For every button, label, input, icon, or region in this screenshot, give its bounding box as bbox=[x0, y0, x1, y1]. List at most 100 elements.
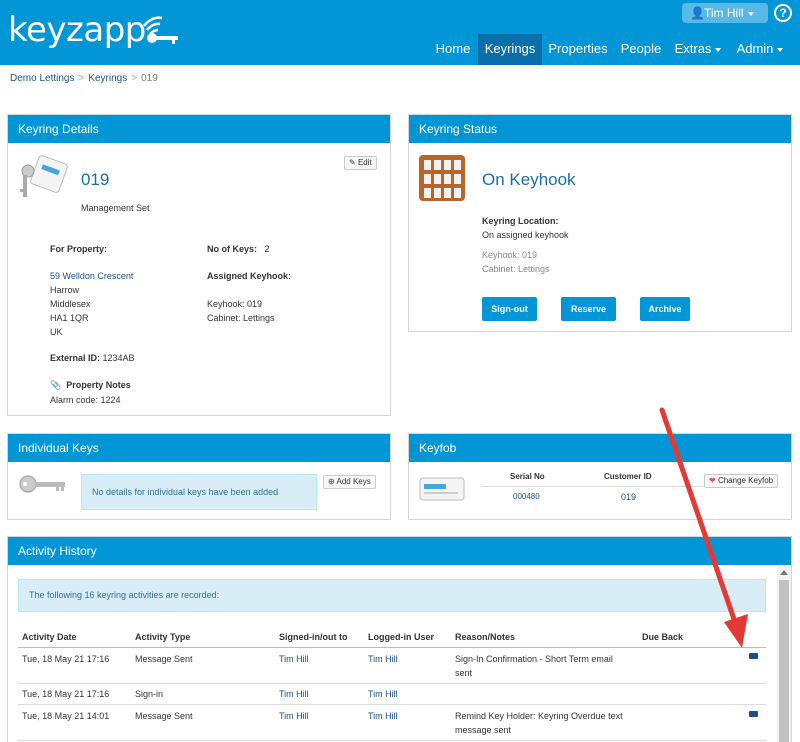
row-notes: message sent bbox=[455, 725, 512, 735]
row-user-link[interactable]: Tim Hill bbox=[368, 654, 398, 664]
assigned-keyhook-label: Assigned Keyhook: bbox=[207, 271, 292, 281]
message-icon[interactable] bbox=[749, 653, 758, 659]
property-notes-value: Alarm code: 1224 bbox=[50, 395, 121, 405]
edit-button[interactable]: ✎ Edit bbox=[344, 156, 377, 170]
address-line: Harrow bbox=[50, 285, 80, 295]
chevron-down-icon bbox=[715, 47, 722, 52]
key-icon bbox=[19, 475, 65, 493]
status-keyhook: Keyhook: 019 bbox=[482, 250, 538, 260]
change-keyfob-button[interactable]: ❤ Change Keyfob bbox=[704, 474, 779, 488]
divider bbox=[18, 683, 766, 684]
scroll-up-icon[interactable] bbox=[780, 570, 788, 575]
external-id-row: External ID: 1234AB bbox=[50, 353, 135, 363]
nav-keyrings[interactable]: Keyrings bbox=[478, 34, 542, 65]
row-type: Message Sent bbox=[135, 711, 193, 721]
divider bbox=[481, 486, 721, 487]
breadcrumb-keyrings[interactable]: Keyrings bbox=[88, 73, 127, 84]
location-label: Keyring Location: bbox=[482, 216, 559, 226]
keyring-details-panel: Keyring Details ✎ Edit 019 Management Se… bbox=[7, 114, 391, 416]
customer-value: 019 bbox=[621, 492, 637, 502]
row-signed-to-link[interactable]: Tim Hill bbox=[279, 711, 309, 721]
col-due-back[interactable]: Due Back bbox=[642, 632, 683, 642]
for-property-label: For Property: bbox=[50, 244, 108, 254]
change-keyfob-label: Change Keyfob bbox=[717, 476, 774, 485]
col-reason-notes[interactable]: Reason/Notes bbox=[455, 632, 515, 642]
panel-title: Activity History bbox=[8, 537, 791, 565]
breadcrumb: Demo Lettings > Keyrings >019 bbox=[10, 73, 158, 84]
row-date: Tue, 18 May 21 14:01 bbox=[22, 711, 110, 721]
help-icon[interactable]: ? bbox=[774, 4, 792, 22]
status-cabinet: Cabinet: Lettings bbox=[482, 264, 550, 274]
row-user-link[interactable]: Tim Hill bbox=[368, 689, 398, 699]
no-keys-row: No of Keys: 2 bbox=[207, 244, 270, 254]
row-user-link[interactable]: Tim Hill bbox=[368, 711, 398, 721]
nav-home[interactable]: Home bbox=[428, 34, 478, 65]
row-date: Tue, 18 May 21 17:16 bbox=[22, 689, 110, 699]
address-line: UK bbox=[50, 327, 63, 337]
panel-title: Individual Keys bbox=[8, 434, 390, 462]
row-type: Message Sent bbox=[135, 654, 193, 664]
archive-button[interactable]: Archive bbox=[640, 297, 690, 321]
keyring-status-panel: Keyring Status On Keyhook Keyring Locati… bbox=[408, 114, 792, 332]
heart-icon: ❤ bbox=[709, 476, 716, 485]
message-icon[interactable] bbox=[749, 711, 758, 717]
status-state: On Keyhook bbox=[482, 170, 576, 189]
reserve-button[interactable]: Reserve bbox=[561, 297, 616, 321]
main-nav: Home Keyrings Properties People Extras A… bbox=[0, 34, 800, 65]
col-activity-date[interactable]: Activity Date bbox=[22, 632, 77, 642]
row-notes: Remind Key Holder: Keyring Overdue text bbox=[455, 711, 623, 721]
scrollbar-thumb[interactable] bbox=[779, 580, 789, 742]
panel-title: Keyfob bbox=[409, 434, 791, 462]
keyring-number: 019 bbox=[81, 170, 110, 189]
breadcrumb-current: 019 bbox=[141, 73, 158, 84]
nav-properties[interactable]: Properties bbox=[542, 34, 614, 65]
col-logged-user[interactable]: Logged-in User bbox=[368, 632, 434, 642]
edit-label: Edit bbox=[357, 158, 372, 167]
chevron-down-icon bbox=[777, 47, 784, 52]
top-bar: keyzapp 👤Tim Hill ? Home Keyrings Proper… bbox=[0, 0, 800, 65]
location-value: On assigned keyhook bbox=[482, 230, 569, 240]
plus-circle-icon: ⊕ bbox=[328, 477, 335, 486]
user-menu-button[interactable]: 👤Tim Hill bbox=[682, 3, 768, 23]
nav-people[interactable]: People bbox=[614, 34, 668, 65]
keyhook-value: Keyhook: 019 bbox=[207, 299, 263, 309]
property-notes-row: 📎 Property Notes bbox=[50, 380, 131, 391]
customer-label: Customer ID bbox=[604, 472, 652, 481]
row-signed-to-link[interactable]: Tim Hill bbox=[279, 654, 309, 664]
add-keys-label: Add Keys bbox=[336, 477, 371, 486]
col-signed-to[interactable]: Signed-in/out to bbox=[279, 632, 347, 642]
serial-label: Serial No bbox=[510, 472, 545, 481]
divider bbox=[18, 740, 766, 741]
row-date: Tue, 18 May 21 17:16 bbox=[22, 654, 110, 664]
add-keys-button[interactable]: ⊕ Add Keys bbox=[323, 475, 376, 489]
keyfob-panel: Keyfob Serial No Customer ID 000480 019 … bbox=[408, 433, 792, 520]
row-notes: Sign-In Confirmation - Short Term email bbox=[455, 654, 613, 664]
row-signed-to-link[interactable]: Tim Hill bbox=[279, 689, 309, 699]
divider bbox=[18, 647, 766, 648]
nav-admin[interactable]: Admin bbox=[728, 34, 792, 65]
keyhook-cabinet-icon bbox=[419, 155, 465, 201]
address-line: HA1 1QR bbox=[50, 313, 89, 323]
panel-title: Keyring Details bbox=[8, 115, 390, 143]
property-link[interactable]: 59 Welldon Crescent bbox=[50, 271, 133, 281]
nav-extras[interactable]: Extras bbox=[668, 34, 728, 65]
keyfob-card-icon bbox=[419, 477, 465, 501]
serial-value: 000480 bbox=[513, 492, 540, 501]
user-name: Tim Hill bbox=[704, 6, 744, 20]
no-keys-value: 2 bbox=[264, 244, 270, 254]
row-type: Sign-in bbox=[135, 689, 164, 699]
panel-title: Keyring Status bbox=[409, 115, 791, 143]
property-notes-label: Property Notes bbox=[66, 380, 131, 390]
nav-extras-label: Extras bbox=[674, 41, 712, 56]
keyring-tag-icon bbox=[20, 155, 68, 197]
sign-out-button[interactable]: Sign-out bbox=[482, 297, 537, 321]
external-id-value: 1234AB bbox=[102, 353, 135, 363]
col-activity-type[interactable]: Activity Type bbox=[135, 632, 190, 642]
chevron-down-icon bbox=[747, 11, 754, 16]
address-line: Middlesex bbox=[50, 299, 91, 309]
activity-count-message: The following 16 keyring activities are … bbox=[18, 579, 766, 612]
no-keys-label: No of Keys: bbox=[207, 244, 258, 254]
individual-keys-panel: Individual Keys No details for individua… bbox=[7, 433, 391, 520]
keyring-subtitle: Management Set bbox=[81, 203, 150, 213]
breadcrumb-demo-lettings[interactable]: Demo Lettings bbox=[10, 73, 74, 84]
